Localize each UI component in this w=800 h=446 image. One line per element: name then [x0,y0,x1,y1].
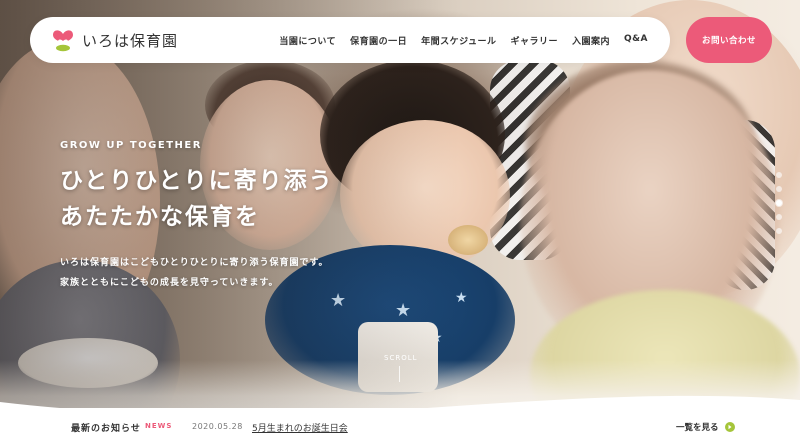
news-date: 2020.05.28 [192,422,243,431]
hero-subtitle-line-2: 家族とともにこどもの成長を見守っていきます。 [60,278,279,288]
contact-button[interactable]: お問い合わせ [686,17,772,63]
hero-eyebrow: GROW UP TOGETHER [60,140,202,151]
nav-item-daily-schedule[interactable]: 保育園の一日 [350,34,407,47]
main-nav: 当園について 保育園の一日 年間スケジュール ギャラリー 入園案内 Q&A [279,34,648,47]
news-bar: 最新のお知らせ NEWS 2020.05.28 5月生まれのお誕生日会 一覧を見… [0,408,800,446]
hero-subtitle-line-1: いろは保育園はこどもひとりひとりに寄り添う保育園です。 [60,258,329,268]
arrow-right-icon [724,422,735,432]
slider-dot[interactable] [776,186,782,192]
nav-item-annual-schedule[interactable]: 年間スケジュール [421,34,496,47]
header-bar: いろは保育園 当園について 保育園の一日 年間スケジュール ギャラリー 入園案内… [30,17,670,63]
hero-title: ひとりひとりに寄り添う あたたかな保育を [60,163,334,235]
news-heading-en: NEWS [145,422,173,430]
page: ★ ★ ★ ★ いろは保育園 当園について 保育園の一日 年間スケジ [0,0,800,446]
logo[interactable]: いろは保育園 [52,28,178,52]
slider-dots [776,172,782,234]
news-headline-link[interactable]: 5月生まれのお誕生日会 [252,421,348,434]
heart-leaf-logo-icon [52,28,74,52]
nav-item-about[interactable]: 当園について [279,34,336,47]
view-all-label: 一覧を見る [676,423,719,433]
slider-dot[interactable] [776,214,782,220]
hero-title-line-2: あたたかな保育を [60,203,260,230]
nav-item-admission[interactable]: 入園案内 [572,34,610,47]
hero-title-line-1: ひとりひとりに寄り添う [60,167,334,194]
hero-subtitle: いろは保育園はこどもひとりひとりに寄り添う保育園です。 家族とともにこどもの成長… [60,253,334,293]
nav-item-gallery[interactable]: ギャラリー [511,34,559,47]
news-heading: 最新のお知らせ [71,424,141,434]
nav-item-qa[interactable]: Q&A [624,34,648,47]
hero-text: GROW UP TOGETHER ひとりひとりに寄り添う あたたかな保育を いろ… [60,140,334,293]
slider-dot[interactable] [776,228,782,234]
slider-dot[interactable] [776,172,782,178]
view-all-news-link[interactable]: 一覧を見る [676,421,735,433]
scroll-indicator[interactable]: SCROLL [384,354,418,362]
slider-dot-active[interactable] [776,200,782,206]
logo-text: いろは保育園 [82,31,179,50]
